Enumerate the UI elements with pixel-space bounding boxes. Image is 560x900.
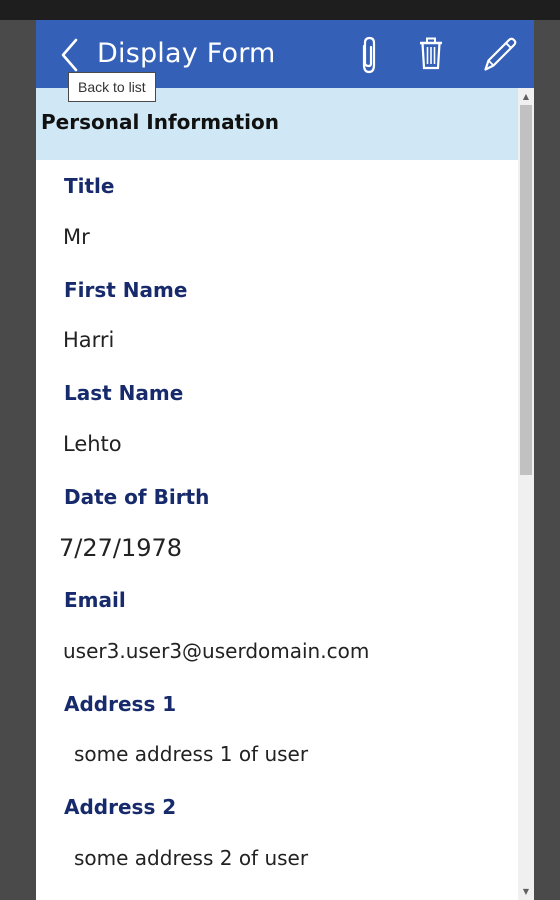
attach-button[interactable]	[354, 35, 384, 75]
field-value-address-1: some address 1 of user	[74, 742, 309, 766]
vertical-scrollbar[interactable]: ▲ ▼	[518, 88, 534, 900]
edit-button[interactable]	[482, 35, 518, 75]
display-form-app: Display Form Personal Information Title …	[36, 20, 534, 900]
field-value-title: Mr	[63, 225, 90, 249]
back-tooltip: Back to list	[68, 72, 156, 102]
field-label-address-2: Address 2	[64, 795, 177, 819]
delete-button[interactable]	[416, 35, 446, 75]
trash-icon	[420, 37, 442, 70]
field-label-title: Title	[64, 174, 115, 198]
field-label-last-name: Last Name	[64, 381, 184, 405]
form-content: Personal Information Title Mr First Name…	[36, 88, 518, 900]
scroll-down-arrow-icon[interactable]: ▼	[518, 884, 534, 900]
chevron-left-icon	[61, 38, 78, 72]
back-button[interactable]	[56, 36, 86, 72]
pencil-icon	[484, 37, 517, 71]
field-label-email: Email	[64, 588, 126, 612]
field-label-address-1: Address 1	[64, 692, 177, 716]
field-value-address-2: some address 2 of user	[74, 846, 309, 870]
page-title: Display Form	[97, 38, 276, 69]
field-value-date-of-birth: 7/27/1978	[59, 534, 183, 562]
paperclip-icon	[362, 36, 376, 74]
scrollbar-thumb[interactable]	[520, 105, 532, 475]
window-top-strip	[0, 0, 560, 20]
section-title: Personal Information	[41, 110, 279, 134]
field-label-first-name: First Name	[64, 278, 188, 302]
field-value-first-name: Harri	[63, 328, 115, 352]
field-value-last-name: Lehto	[63, 432, 122, 456]
field-label-date-of-birth: Date of Birth	[64, 485, 210, 509]
scroll-up-arrow-icon[interactable]: ▲	[518, 88, 534, 104]
field-value-email: user3.user3@userdomain.com	[63, 639, 370, 663]
